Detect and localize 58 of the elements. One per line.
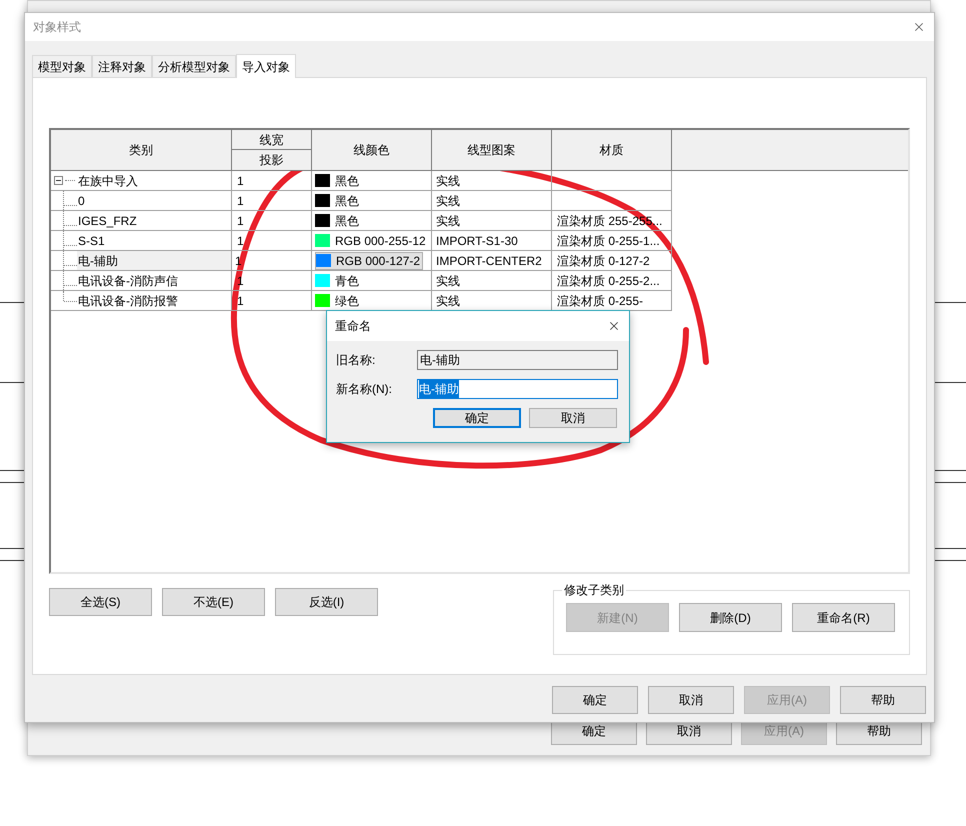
category-name[interactable]: IGES_FRZ: [77, 212, 138, 230]
line-pattern-cell: IMPORT-S1-30: [432, 231, 552, 251]
column-header: 线颜色: [312, 130, 432, 170]
dialog-title: 重命名: [335, 318, 371, 335]
tab[interactable]: 分析模型对象: [152, 55, 236, 77]
color-button[interactable]: RGB 000-127-2: [315, 252, 424, 270]
category-name[interactable]: 电讯设备-消防报警: [77, 292, 179, 310]
column-header: 材质: [552, 130, 672, 170]
category-name[interactable]: 0: [77, 192, 86, 210]
category-name[interactable]: 电讯设备-消防声信: [77, 272, 179, 290]
color-value: 黑色: [315, 192, 359, 210]
close-icon[interactable]: [912, 20, 926, 34]
material-cell: 渲染材质 0-127-2: [552, 251, 672, 271]
line-weight-cell: 1: [232, 191, 312, 211]
color-value: 黑色: [315, 212, 359, 230]
line-weight-cell: 1: [232, 231, 312, 251]
line-pattern-cell: IMPORT-CENTER2: [432, 251, 552, 271]
column-header: 线型图案: [432, 130, 552, 170]
material-cell: 渲染材质 0-255-1...: [552, 231, 672, 251]
color-value: 绿色: [315, 292, 359, 310]
color-value: 黑色: [315, 172, 359, 190]
column-header: 类别: [51, 130, 232, 170]
field-label: 新名称(N):: [336, 381, 393, 398]
category-name[interactable]: S-S1: [77, 232, 106, 250]
line-weight-cell: 1: [232, 211, 312, 231]
line-weight-cell: 1: [232, 291, 312, 311]
line-pattern-cell: 实线: [432, 211, 552, 231]
column-header: 线宽: [232, 130, 311, 150]
line-pattern-cell: 实线: [432, 271, 552, 291]
group-title: 修改子类别: [563, 582, 625, 599]
material-cell: 渲染材质 0-255-2...: [552, 271, 672, 291]
cancel-button[interactable]: 取消: [529, 408, 617, 428]
category-name[interactable]: 电-辅助: [77, 251, 231, 270]
dialog-button[interactable]: 反选(I): [275, 588, 378, 616]
color-value: RGB 000-255-12: [315, 232, 426, 250]
collapse-icon[interactable]: [54, 176, 63, 185]
tab[interactable]: 导入对象: [236, 54, 296, 78]
dialog-button[interactable]: 删除(D): [679, 603, 782, 632]
line-weight-cell: 1: [232, 171, 312, 191]
old-name-field: 电-辅助: [417, 350, 618, 370]
dialog-button[interactable]: 确定: [552, 686, 638, 714]
line-pattern-cell: 实线: [432, 171, 552, 191]
color-value: 青色: [315, 272, 359, 290]
tab[interactable]: 模型对象: [32, 55, 92, 77]
dialog-button[interactable]: 帮助: [840, 686, 926, 714]
dialog-button[interactable]: 取消: [648, 686, 734, 714]
ok-button[interactable]: 确定: [433, 408, 521, 428]
category-name[interactable]: 在族中导入: [77, 172, 139, 190]
dialog-button[interactable]: 重命名(R): [792, 603, 895, 632]
column-header: 投影: [258, 152, 284, 169]
tab[interactable]: 注释对象: [92, 55, 152, 77]
field-label: 旧名称:: [336, 352, 376, 369]
new-name-field[interactable]: 电-辅助: [417, 379, 618, 399]
window-title: 对象样式: [33, 19, 81, 36]
dialog-button[interactable]: 全选(S): [49, 588, 152, 616]
line-pattern-cell: 实线: [432, 191, 552, 211]
close-icon[interactable]: [607, 319, 621, 333]
dialog-button[interactable]: 不选(E): [162, 588, 265, 616]
